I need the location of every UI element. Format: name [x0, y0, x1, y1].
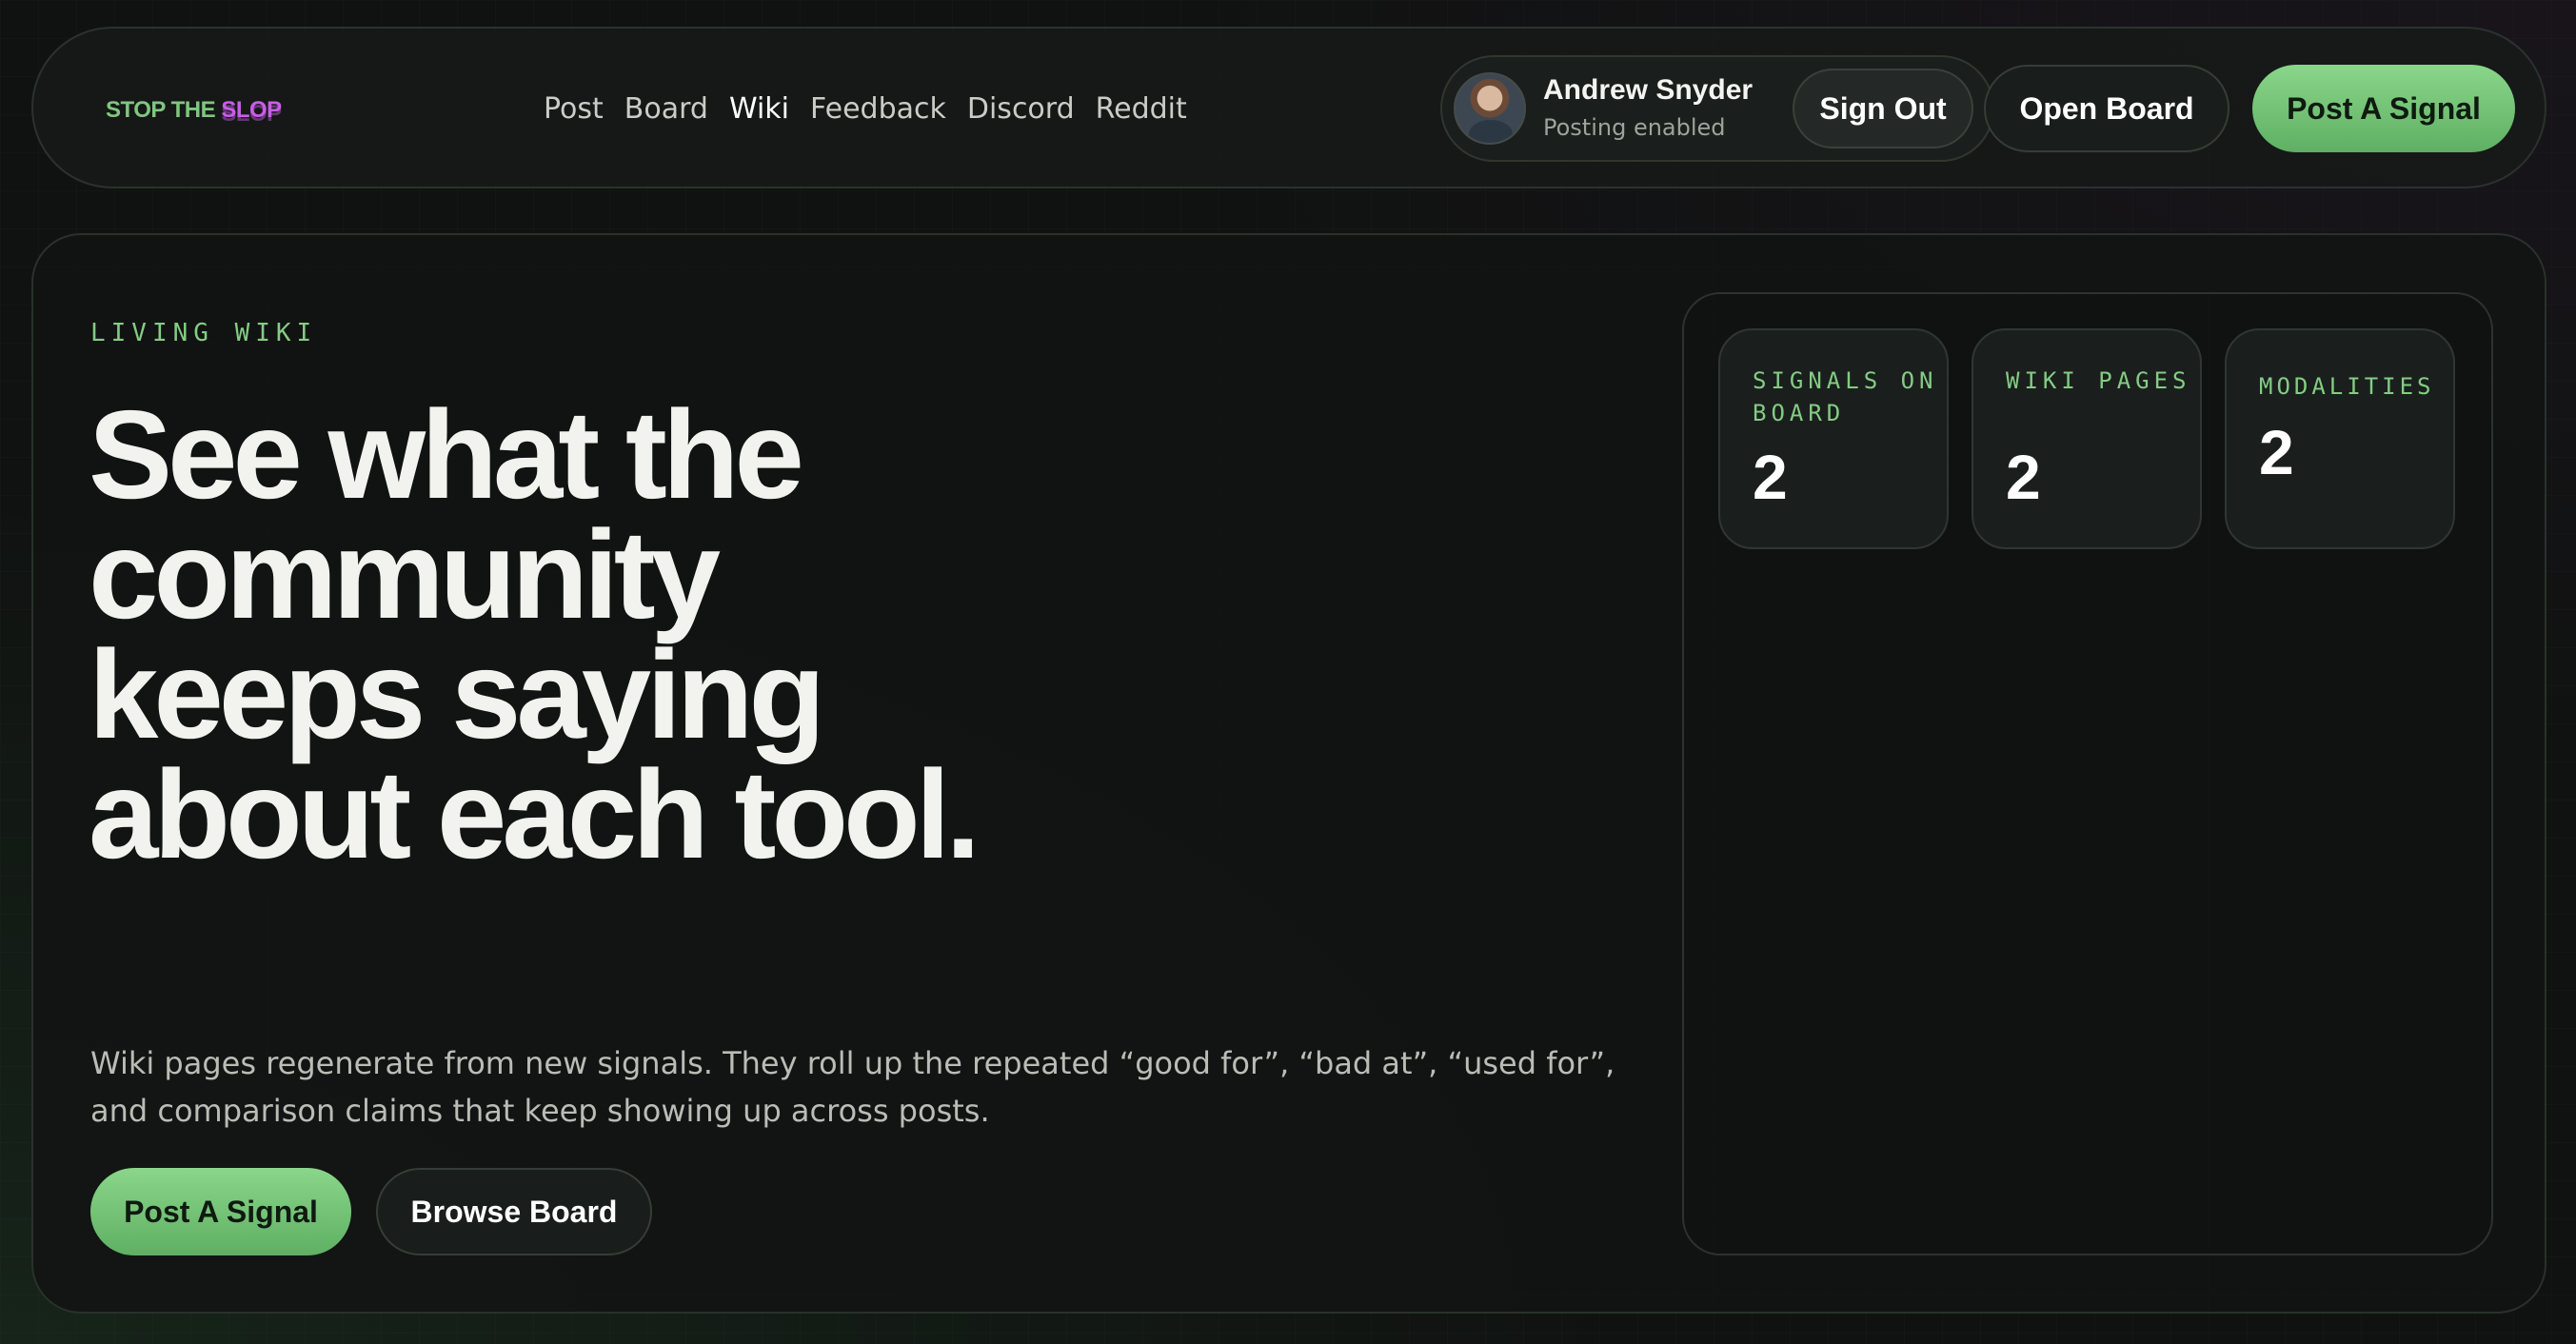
stat-value: 2 — [1753, 442, 1788, 512]
user-name: Andrew Snyder — [1543, 74, 1754, 106]
stats-panel: SIGNALS ON BOARD 2 WIKI PAGES 2 MODALITI… — [1682, 292, 2493, 1255]
page-title: See what the community keeps saying abou… — [89, 385, 981, 884]
browse-board-button[interactable]: Browse Board — [376, 1168, 652, 1255]
logo[interactable]: STOP THE SLOP — [106, 97, 282, 124]
stat-card-wiki-pages: WIKI PAGES 2 — [1972, 328, 2202, 549]
nav-link-discord[interactable]: Discord — [967, 86, 1075, 133]
nav-link-board[interactable]: Board — [624, 86, 708, 133]
stat-value: 2 — [2006, 442, 2041, 512]
post-signal-button[interactable]: Post A Signal — [2252, 65, 2515, 152]
user-status: Posting enabled — [1543, 114, 1726, 141]
hero-section: LIVING WIKI See what the community keeps… — [31, 233, 2546, 1314]
stat-label: WIKI PAGES — [2006, 367, 2191, 394]
nav-link-wiki[interactable]: Wiki — [729, 86, 789, 133]
user-pill: Andrew Snyder Posting enabled Sign Out — [1440, 55, 1994, 162]
nav-link-post[interactable]: Post — [544, 86, 604, 133]
top-nav: STOP THE SLOP Post Board Wiki Feedback D… — [31, 27, 2546, 188]
open-board-button[interactable]: Open Board — [1984, 65, 2229, 152]
hero-description: Wiki pages regenerate from new signals. … — [90, 1045, 1615, 1129]
nav-link-feedback[interactable]: Feedback — [810, 86, 946, 133]
avatar — [1454, 72, 1526, 145]
stat-card-signals: SIGNALS ON BOARD 2 — [1718, 328, 1949, 549]
stat-card-modalities: MODALITIES 2 — [2225, 328, 2455, 549]
stat-value: 2 — [2259, 417, 2294, 487]
nav-links: Post Board Wiki Feedback Discord Reddit — [544, 86, 1187, 133]
nav-link-reddit[interactable]: Reddit — [1096, 86, 1187, 133]
sign-out-button[interactable]: Sign Out — [1793, 69, 1973, 148]
stat-label: SIGNALS ON BOARD — [1753, 367, 1938, 426]
stat-label: MODALITIES — [2259, 373, 2435, 400]
eyebrow-label: LIVING WIKI — [90, 319, 318, 347]
logo-text-stop-the: STOP THE — [106, 97, 222, 123]
logo-text-slop: SLOP — [221, 97, 282, 123]
hero-post-signal-button[interactable]: Post A Signal — [90, 1168, 351, 1255]
